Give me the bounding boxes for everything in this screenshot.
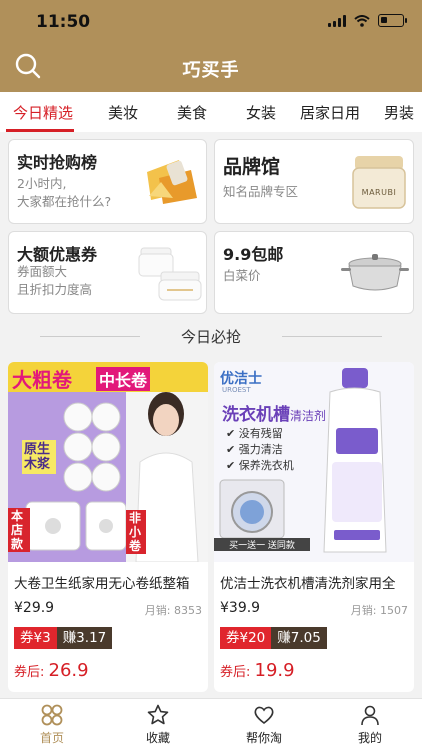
monthly-sales: 月销: 1507 (350, 604, 408, 617)
home-grid-icon (41, 704, 63, 726)
header-bar: 11:50 巧买手 (0, 0, 422, 92)
page-title: 巧买手 (182, 60, 240, 81)
promo-big-coupon[interactable]: 大额优惠券 券面额大 且折扣力度高 (8, 231, 207, 314)
promo-9-9-free-shipping[interactable]: 9.9包邮 白菜价 (214, 231, 414, 314)
coupon-badge[interactable]: 券¥20 赚7.05 (220, 627, 327, 649)
tab-today-picks[interactable]: 今日精选 (13, 102, 73, 123)
tab-home-goods[interactable]: 居家日用 (300, 102, 360, 123)
product-image: 优洁士 UROEST 洗衣机槽清洁剂 ✔ 没有残留 ✔ 强力清洁 ✔ 保养洗衣机… (214, 362, 414, 562)
promo-subtitle: 2小时内, (17, 176, 67, 191)
promo-title: 9.9包邮 (223, 245, 284, 264)
tab-home[interactable]: 首页 (22, 703, 82, 746)
product-title: 大卷卫生纸家用无心卷纸整箱 (14, 576, 190, 592)
tab-profile[interactable]: 我的 (340, 703, 400, 746)
coupon-badge[interactable]: 券¥3 赚3.17 (14, 627, 113, 649)
snack-image (147, 160, 197, 204)
product-image: 大粗卷 中长卷 原生木浆 本店款 非小卷 (8, 362, 208, 562)
after-coupon-value: 19.9 (254, 660, 295, 681)
coupon-amount: 券¥20 (220, 627, 272, 649)
pot-image (341, 254, 409, 291)
divider (282, 336, 382, 337)
washer-cleaner-bottle-image (219, 368, 387, 553)
tab-beauty[interactable]: 美妆 (108, 102, 138, 123)
image-tag-text: 本店款 (8, 508, 30, 552)
product-price: ¥29.9 (14, 600, 55, 616)
promo-title: 实时抢购榜 (17, 153, 98, 172)
after-coupon-value: 26.9 (48, 660, 89, 681)
promo-subtitle: 券面额大 (17, 264, 68, 279)
image-tag-text: 非小卷 (126, 510, 146, 554)
after-coupon-label: 券后: (14, 665, 49, 680)
tab-label: 我的 (357, 731, 382, 745)
promo-brand-hall[interactable]: 品牌馆 知名品牌专区 MARUBI (214, 139, 414, 224)
star-icon (147, 704, 169, 725)
monthly-sales: 月销: 8353 (144, 604, 202, 617)
toilet-paper-rolls-image (25, 392, 208, 562)
image-banner-text: 大粗卷 (12, 368, 72, 392)
tab-help-shop[interactable]: 帮你淘 (234, 703, 294, 746)
product-card[interactable]: 优洁士 UROEST 洗衣机槽清洁剂 ✔ 没有残留 ✔ 强力清洁 ✔ 保养洗衣机… (214, 362, 414, 692)
tab-food[interactable]: 美食 (177, 102, 207, 123)
earn-amount: 赚3.17 (56, 627, 113, 649)
after-coupon-price: 券后: 26.9 (14, 660, 89, 681)
after-coupon-label: 券后: (220, 665, 255, 680)
tab-label: 首页 (39, 731, 64, 745)
tab-mens-wear[interactable]: 男装 (384, 102, 414, 123)
promo-subtitle: 大家都在抢什么? (17, 194, 112, 209)
category-tabs: 今日精选 美妆 美食 女装 居家日用 男装 (0, 92, 422, 132)
status-icons (328, 14, 407, 27)
cream-jars-image (138, 247, 202, 301)
wifi-icon (354, 14, 370, 27)
image-deal-text: 买一送一 送同款 (214, 538, 310, 551)
tab-favorites[interactable]: 收藏 (128, 703, 188, 746)
status-time: 11:50 (36, 12, 91, 32)
battery-icon (378, 14, 407, 27)
signal-icon (328, 14, 346, 27)
bottom-tab-bar: 首页 收藏 帮你淘 我的 (0, 698, 422, 750)
heart-hand-icon (254, 706, 274, 725)
tab-womens-wear[interactable]: 女装 (246, 102, 276, 123)
product-price: ¥39.9 (220, 600, 261, 616)
product-card[interactable]: 大粗卷 中长卷 原生木浆 本店款 非小卷 大卷卫生纸家用无心卷纸整箱 ¥29.9… (8, 362, 208, 692)
coupon-amount: 券¥3 (14, 627, 57, 649)
product-title: 优洁士洗衣机槽清洗剂家用全 (220, 576, 396, 592)
person-icon (361, 705, 379, 726)
image-banner-text: 中长卷 (96, 367, 151, 391)
image-tag-text: 原生木浆 (22, 440, 56, 474)
promo-title: 品牌馆 (223, 156, 281, 178)
brand-logo-text: MARUBI (361, 188, 397, 197)
earn-amount: 赚7.05 (271, 627, 327, 649)
promo-realtime-ranking[interactable]: 实时抢购榜 2小时内, 大家都在抢什么? (8, 139, 207, 224)
promo-subtitle: 且折扣力度高 (17, 282, 93, 297)
tab-label: 收藏 (145, 731, 170, 745)
after-coupon-price: 券后: 19.9 (220, 660, 295, 681)
active-tab-indicator (6, 129, 74, 132)
cream-jar-image (352, 156, 406, 209)
promo-subtitle: 白菜价 (223, 268, 261, 283)
promo-subtitle: 知名品牌专区 (223, 184, 299, 199)
tab-label: 帮你淘 (245, 731, 282, 745)
